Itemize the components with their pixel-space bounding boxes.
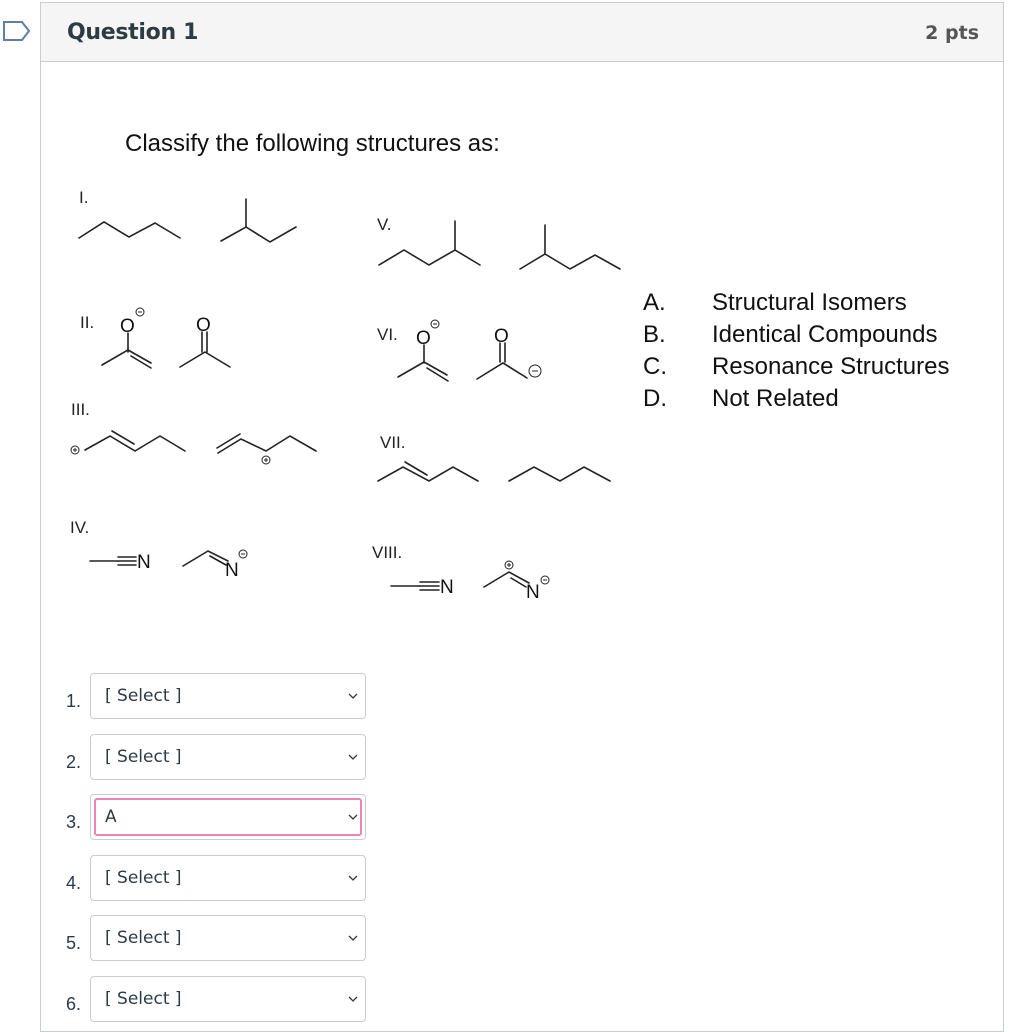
- answer-row: 4. [ Select ]: [66, 855, 366, 901]
- chevron-down-icon: [348, 875, 358, 881]
- answer-row: 5. [ Select ]: [66, 915, 366, 961]
- structure-label: IV.: [70, 518, 90, 537]
- structure-label: VII.: [380, 433, 406, 452]
- choice-item: D. Not Related: [643, 385, 839, 412]
- answer-row: 3. A: [66, 794, 366, 840]
- answer-choices-legend: A. Structural Isomers B. Identical Compoun…: [643, 287, 949, 415]
- answer-number: 4.: [66, 872, 82, 893]
- answer-number: 5.: [66, 932, 82, 953]
- answer-number: 6.: [66, 993, 82, 1014]
- answer-select-4[interactable]: [ Select ]: [90, 855, 366, 901]
- answer-row: 2. [ Select ]: [66, 734, 366, 780]
- question-title: Question 1: [67, 20, 199, 45]
- flag-question-icon[interactable]: [2, 20, 32, 42]
- answer-select-1[interactable]: [ Select ]: [90, 673, 366, 719]
- structure-label: II.: [80, 313, 95, 332]
- structure-label: III.: [71, 400, 90, 419]
- focus-ring: [94, 798, 362, 836]
- answer-number: 2.: [66, 751, 82, 772]
- answer-number: 1.: [66, 690, 82, 711]
- choice-item: C. Resonance Structures: [643, 353, 950, 380]
- chevron-down-icon: [348, 814, 358, 820]
- structure-label: VI.: [377, 325, 398, 344]
- answer-row: 6. [ Select ]: [66, 976, 366, 1022]
- answer-number: 3.: [66, 811, 82, 832]
- choice-item: A. Structural Isomers: [643, 289, 907, 316]
- answer-select-6[interactable]: [ Select ]: [90, 976, 366, 1022]
- answer-row: 1. [ Select ]: [66, 673, 366, 719]
- question-header: Question 1 2 pts: [41, 3, 1003, 62]
- chevron-down-icon: [348, 754, 358, 760]
- chevron-down-icon: [348, 693, 358, 699]
- chevron-down-icon: [348, 996, 358, 1002]
- structure-label: V.: [377, 215, 392, 234]
- choice-item: B. Identical Compounds: [643, 321, 938, 348]
- chevron-down-icon: [348, 935, 358, 941]
- structure-label: VIII.: [372, 543, 403, 562]
- question-prompt: Classify the following structures as:: [125, 130, 500, 157]
- question-points: 2 pts: [925, 22, 979, 44]
- answer-select-5[interactable]: [ Select ]: [90, 915, 366, 961]
- answer-select-2[interactable]: [ Select ]: [90, 734, 366, 780]
- answer-select-3[interactable]: A: [90, 794, 366, 840]
- structure-label: I.: [79, 188, 89, 207]
